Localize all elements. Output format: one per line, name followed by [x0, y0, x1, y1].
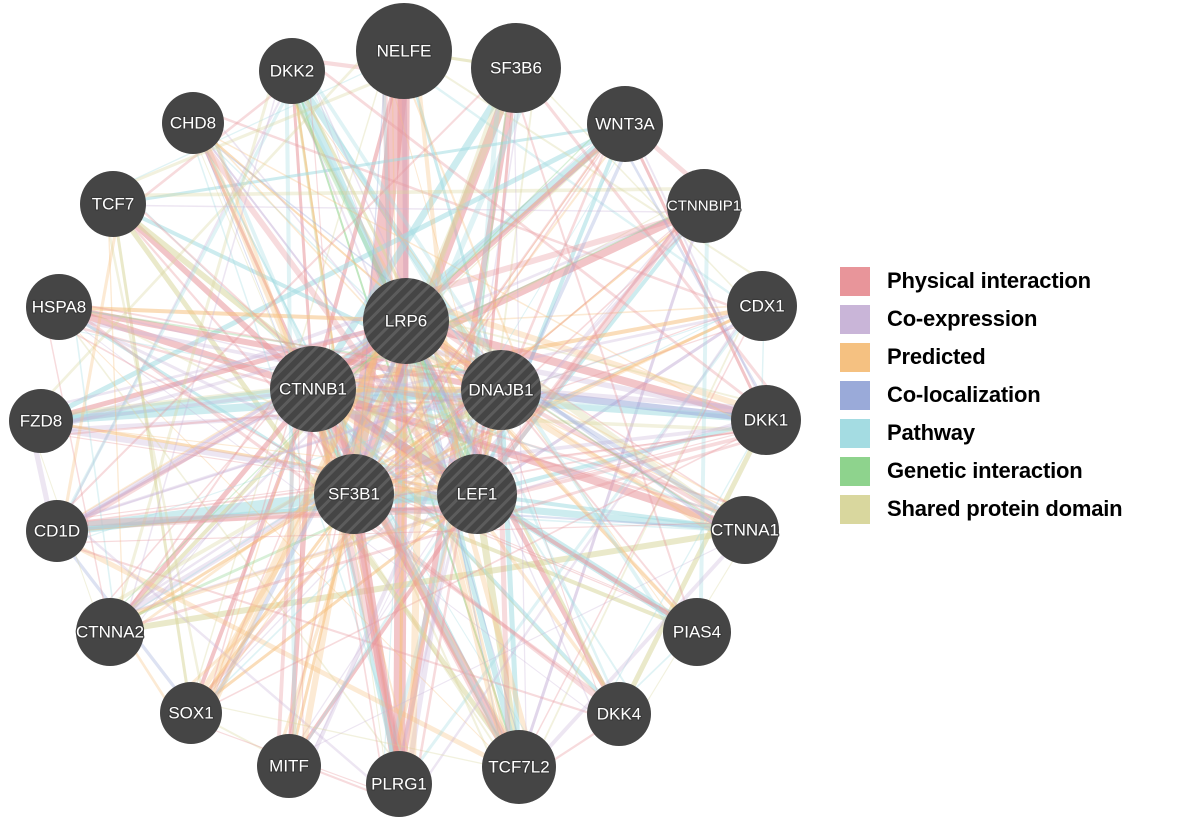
gene-node-pias4[interactable]: PIAS4	[663, 598, 731, 666]
gene-node-dnajb1[interactable]: DNAJB1	[461, 350, 541, 430]
gene-node-ctnnbip1[interactable]: CTNNBIP1	[666, 169, 742, 243]
gene-node-cdx1[interactable]: CDX1	[727, 271, 797, 341]
gene-node-dkk1[interactable]: DKK1	[731, 385, 801, 455]
node-label: CDX1	[739, 297, 784, 316]
node-label: DKK1	[744, 411, 788, 430]
gene-node-sox1[interactable]: SOX1	[160, 682, 222, 744]
legend-item-label: Co-expression	[887, 306, 1038, 331]
legend-color-swatch	[840, 494, 870, 524]
legend-item: Predicted	[840, 338, 1190, 376]
legend-color-swatch	[840, 304, 870, 334]
legend-color-swatch	[840, 380, 870, 410]
node-label: LEF1	[457, 485, 498, 504]
legend-color-swatch	[840, 418, 870, 448]
gene-node-wnt3a[interactable]: WNT3A	[587, 86, 663, 162]
node-label: CD1D	[34, 522, 80, 541]
legend-item: Physical interaction	[840, 262, 1190, 300]
gene-node-plrg1[interactable]: PLRG1	[366, 751, 432, 817]
legend: Physical interaction Co-expression Predict…	[840, 262, 1190, 528]
gene-node-tcf7[interactable]: TCF7	[80, 171, 146, 237]
node-label: CTNNA2	[76, 623, 144, 642]
node-label: TCF7L2	[488, 758, 549, 777]
node-label: HSPA8	[32, 298, 87, 317]
node-label: DKK2	[270, 62, 314, 81]
gene-node-cd1d[interactable]: CD1D	[26, 500, 88, 562]
node-label: WNT3A	[595, 115, 655, 134]
gene-node-ctnna1[interactable]: CTNNA1	[710, 496, 780, 564]
node-label: DNAJB1	[468, 381, 533, 400]
gene-node-hspa8[interactable]: HSPA8	[26, 274, 92, 340]
legend-item: Co-expression	[840, 300, 1190, 338]
node-label: SOX1	[168, 704, 213, 723]
legend-item: Co-localization	[840, 376, 1190, 414]
node-label: SF3B6	[490, 59, 542, 78]
gene-node-sf3b1[interactable]: SF3B1	[314, 454, 394, 534]
gene-node-lrp6[interactable]: LRP6	[363, 278, 449, 364]
node-label: NELFE	[377, 42, 432, 61]
gene-node-chd8[interactable]: CHD8	[162, 92, 224, 154]
gene-node-dkk4[interactable]: DKK4	[587, 682, 651, 746]
legend-item: Shared protein domain	[840, 490, 1190, 528]
gene-node-lef1[interactable]: LEF1	[437, 454, 517, 534]
gene-node-dkk2[interactable]: DKK2	[259, 38, 325, 104]
node-label: FZD8	[20, 412, 63, 431]
gene-node-mitf[interactable]: MITF	[257, 734, 321, 798]
node-label: SF3B1	[328, 485, 380, 504]
legend-item-label: Shared protein domain	[887, 496, 1123, 521]
legend-item: Pathway	[840, 414, 1190, 452]
gene-node-nelfe[interactable]: NELFE	[356, 3, 452, 99]
legend-item-label: Predicted	[887, 344, 986, 369]
node-label: LRP6	[385, 312, 428, 331]
node-label: CHD8	[170, 114, 216, 133]
network-figure: NELFE SF3B6 DKK2 WNT3A CHD8 CTNNBIP1 TCF7 CDX1 H…	[0, 0, 1200, 826]
gene-node-ctnna2[interactable]: CTNNA2	[75, 598, 145, 666]
legend-item: Genetic interaction	[840, 452, 1190, 490]
legend-color-swatch	[840, 342, 870, 372]
node-label: MITF	[269, 757, 309, 776]
node-label: PIAS4	[673, 623, 721, 642]
legend-color-swatch	[840, 266, 870, 296]
legend-item-label: Pathway	[887, 420, 975, 445]
node-label: CTNNBIP1	[667, 198, 741, 215]
gene-node-tcf7l2[interactable]: TCF7L2	[482, 730, 556, 804]
network-edge	[71, 306, 120, 643]
node-label: PLRG1	[371, 775, 427, 794]
gene-node-fzd8[interactable]: FZD8	[9, 389, 73, 453]
node-label: CTNNA1	[711, 521, 779, 540]
node-label: DKK4	[597, 705, 641, 724]
gene-node-ctnnb1[interactable]: CTNNB1	[270, 346, 356, 432]
node-label: TCF7	[92, 195, 135, 214]
gene-node-sf3b6[interactable]: SF3B6	[471, 23, 561, 113]
legend-item-label: Physical interaction	[887, 268, 1091, 293]
legend-item-label: Genetic interaction	[887, 458, 1083, 483]
network-graph-canvas: NELFE SF3B6 DKK2 WNT3A CHD8 CTNNBIP1 TCF7 CDX1 H…	[9, 3, 801, 817]
node-label: CTNNB1	[279, 380, 347, 399]
edge-layer	[23, 35, 786, 803]
legend-item-label: Co-localization	[887, 382, 1041, 407]
legend-color-swatch	[840, 456, 870, 486]
